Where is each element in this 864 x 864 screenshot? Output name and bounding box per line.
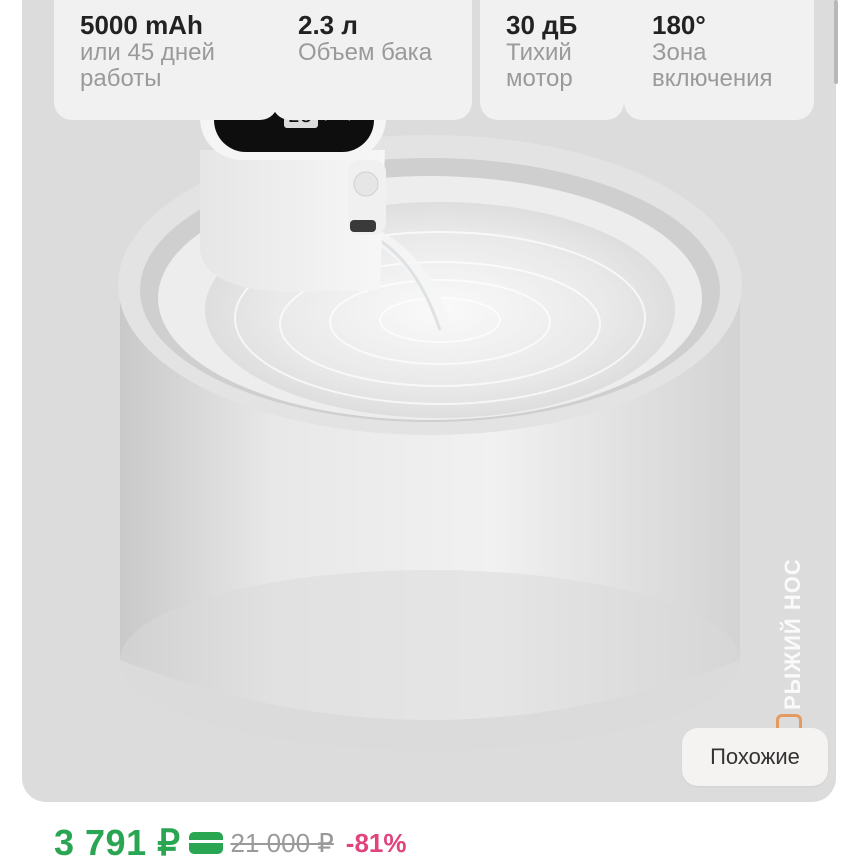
spec-card-volume: 2.3 л Объем бака: [272, 0, 472, 120]
discount-badge: -81%: [345, 827, 407, 858]
spec-label: Зона: [652, 39, 707, 66]
product-image-card[interactable]: 28 5000 mAh или 45 дней работы 2.3 л Объ…: [22, 0, 836, 802]
spec-card-sensor: 180° Зона включения: [624, 0, 814, 120]
product-image-pet-fountain: 28: [118, 70, 742, 750]
spec-value: 180°: [652, 10, 706, 40]
similar-button[interactable]: Похожие: [682, 728, 828, 786]
watermark: РЫЖИЙ НОС: [780, 520, 812, 710]
spec-label: работы: [80, 65, 162, 92]
wallet-icon: [188, 832, 223, 854]
spec-value: 5000 mAh: [80, 10, 203, 40]
price-row: 3 791 ₽ 21 000 ₽ -81%: [54, 822, 407, 864]
current-price: 3 791 ₽: [54, 822, 181, 863]
watermark-text: РЫЖИЙ НОС: [780, 558, 805, 710]
spec-label: или 45 дней: [80, 39, 215, 66]
spec-card-noise: 30 дБ Тихий мотор: [480, 0, 624, 120]
spec-label: Объем бака: [298, 39, 433, 66]
spec-card-battery: 5000 mAh или 45 дней работы: [54, 0, 278, 120]
spec-label: Тихий: [506, 39, 572, 66]
spec-label: мотор: [506, 65, 573, 92]
spec-value: 30 дБ: [506, 10, 578, 40]
old-price: 21 000 ₽: [230, 827, 334, 858]
spec-value: 2.3 л: [298, 10, 358, 40]
scrollbar[interactable]: [834, 0, 838, 84]
spec-label: включения: [652, 65, 773, 92]
